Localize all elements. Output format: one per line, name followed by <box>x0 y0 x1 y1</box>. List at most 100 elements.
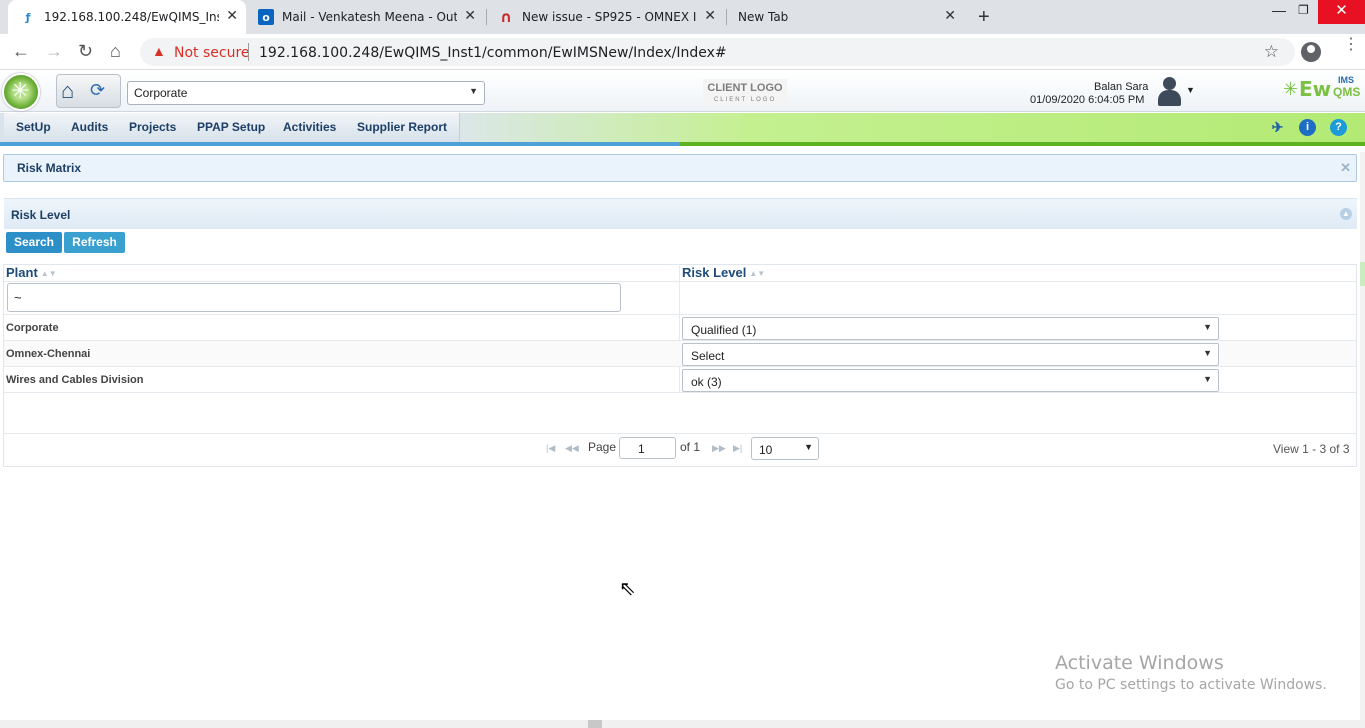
not-secure-label[interactable]: Not secure <box>174 45 250 61</box>
ewqims-brand-logo: ✳ Ew IMS QMS <box>1283 75 1363 105</box>
plant-selector[interactable]: Corporate ▼ <box>127 81 485 105</box>
main-menu: SetUp Audits Projects PPAP Setup Activit… <box>0 113 1365 146</box>
page-label: Page <box>588 440 617 454</box>
app-header: ⌂ ⟳ Corporate ▼ CLIENT LOGO CLIENT LOGO … <box>0 71 1365 112</box>
table-row-plant: Corporate <box>6 322 59 334</box>
omnibox[interactable]: ▲ Not secure 192.168.100.248/EwQIMS_Inst… <box>140 38 1295 66</box>
close-tab-icon[interactable]: ✕ <box>464 8 476 24</box>
warning-icon: ▲ <box>152 43 166 59</box>
window-close-icon[interactable]: ✕ <box>1318 0 1365 24</box>
ewqims-favicon-icon: ƒ <box>25 10 31 24</box>
close-tab-icon[interactable]: ✕ <box>944 8 956 24</box>
menu-supplier-report[interactable]: Supplier Report <box>345 113 461 142</box>
outlook-icon: o <box>258 9 274 25</box>
page-total: of 1 <box>680 440 701 454</box>
prev-page-icon[interactable]: ◀◀ <box>565 443 579 454</box>
page-size-select[interactable]: 10 ▼ <box>751 437 819 460</box>
close-tab-icon[interactable]: ✕ <box>226 8 238 24</box>
column-header-plant[interactable]: Plant ▲▼ <box>6 265 57 282</box>
omnex-logo[interactable] <box>2 73 40 111</box>
record-count: View 1 - 3 of 3 <box>1273 442 1350 456</box>
section-title: Risk Level <box>11 208 71 222</box>
table-row-plant: Wires and Cables Division <box>6 374 144 386</box>
user-name: Balan Sara <box>1094 81 1149 93</box>
avatar[interactable] <box>1155 75 1185 108</box>
menu-ppap-setup[interactable]: PPAP Setup <box>185 113 279 142</box>
tab-title: Mail - Venkatesh Meena - Outloo <box>282 10 457 24</box>
mouse-cursor-icon: ⇖ <box>619 578 636 600</box>
activate-windows-subtitle: Go to PC settings to activate Windows. <box>1055 677 1327 693</box>
activate-windows-title: Activate Windows <box>1055 652 1224 674</box>
risk-level-select[interactable]: Qualified (1) ▼ <box>682 317 1219 340</box>
refresh-button[interactable]: Refresh <box>64 232 125 253</box>
tab-title: New issue - SP925 - OMNEX ISSU <box>522 10 697 24</box>
menu-projects[interactable]: Projects <box>117 113 190 142</box>
search-button[interactable]: Search <box>6 232 62 253</box>
page-number-input[interactable]: 1 <box>619 437 676 459</box>
client-logo: CLIENT LOGO CLIENT LOGO <box>703 79 787 105</box>
select-value: Qualified (1) <box>691 323 757 337</box>
vertical-scrollbar[interactable] <box>1360 152 1365 728</box>
last-page-icon[interactable]: ▶| <box>733 443 742 454</box>
divider <box>4 366 1356 367</box>
tab-outlook[interactable]: o Mail - Venkatesh Meena - Outloo ✕ <box>246 0 484 34</box>
column-header-label: Risk Level <box>682 265 747 280</box>
brand-qms: QMS <box>1333 85 1361 99</box>
bookmark-star-icon[interactable]: ☆ <box>1264 42 1279 62</box>
sort-icon: ▲▼ <box>749 269 766 278</box>
chevron-down-icon[interactable]: ▼ <box>1186 85 1195 95</box>
tab-new-tab[interactable]: New Tab ✕ <box>726 0 964 34</box>
select-value: Select <box>691 349 725 363</box>
menu-activities[interactable]: Activities <box>271 113 350 142</box>
tab-ewqims[interactable]: ƒ 192.168.100.248/EwQIMS_Inst1/c ✕ <box>8 0 246 34</box>
url-text[interactable]: 192.168.100.248/EwQIMS_Inst1/common/EwIM… <box>259 45 727 61</box>
risk-level-section-header: Risk Level ▲ <box>4 198 1357 229</box>
home-icon[interactable]: ⌂ <box>110 41 121 62</box>
menu-setup[interactable]: SetUp <box>4 113 64 142</box>
column-header-risk-level[interactable]: Risk Level ▲▼ <box>682 265 765 282</box>
sunburst-icon: ✳ <box>1283 79 1299 99</box>
refresh-icon[interactable]: ⟳ <box>90 80 105 101</box>
close-icon[interactable]: ✕ <box>1340 160 1351 176</box>
new-tab-plus-icon[interactable]: + <box>978 6 990 29</box>
horizontal-scrollbar[interactable] <box>0 720 1365 728</box>
chevron-down-icon: ▼ <box>1203 322 1212 332</box>
page-title: Risk Matrix <box>17 161 82 175</box>
page-size-value: 10 <box>759 443 773 457</box>
profile-icon[interactable] <box>1301 42 1321 62</box>
restore-icon[interactable]: ❐ <box>1298 3 1309 17</box>
risk-level-select[interactable]: ok (3) ▼ <box>682 369 1219 392</box>
column-header-label: Plant <box>6 265 38 280</box>
help-icon[interactable]: ? <box>1330 119 1347 136</box>
menu-audits[interactable]: Audits <box>59 113 122 142</box>
risk-level-select[interactable]: Select ▼ <box>682 343 1219 366</box>
current-datetime: 01/09/2020 6:04:05 PM <box>1030 94 1145 106</box>
collapse-icon[interactable]: ▲ <box>1340 208 1352 220</box>
chevron-down-icon: ▼ <box>804 442 813 452</box>
browser-menu-icon[interactable]: ⋮ <box>1343 37 1359 53</box>
sort-icon: ▲▼ <box>40 269 57 278</box>
tab-title: New Tab <box>738 10 789 24</box>
issue-tracker-icon: ∩ <box>499 8 513 26</box>
select-value: ok (3) <box>691 375 722 389</box>
column-divider <box>679 264 680 393</box>
tab-title: 192.168.100.248/EwQIMS_Inst1/c <box>44 10 219 24</box>
back-icon[interactable]: ← <box>12 41 30 62</box>
next-page-icon[interactable]: ▶▶ <box>712 443 726 454</box>
forward-icon[interactable]: → <box>45 41 63 62</box>
plant-filter-input[interactable]: ~ <box>7 283 621 312</box>
pin-icon[interactable]: ✈ <box>1269 119 1286 136</box>
home-icon[interactable]: ⌂ <box>61 78 74 104</box>
info-icon[interactable]: i <box>1299 119 1316 136</box>
brand-ew: Ew <box>1299 77 1332 101</box>
first-page-icon[interactable]: |◀ <box>546 443 555 454</box>
close-tab-icon[interactable]: ✕ <box>704 8 716 24</box>
quick-icons: ⌂ ⟳ <box>56 74 121 108</box>
table-row-plant: Omnex-Chennai <box>6 348 91 360</box>
tab-new-issue[interactable]: ∩ New issue - SP925 - OMNEX ISSU ✕ <box>486 0 724 34</box>
browser-tab-bar: ƒ 192.168.100.248/EwQIMS_Inst1/c ✕ o Mai… <box>0 0 1365 34</box>
plant-selected-value: Corporate <box>134 86 188 100</box>
minimize-icon[interactable]: — <box>1272 2 1286 18</box>
divider <box>4 392 1356 393</box>
reload-icon[interactable]: ↻ <box>78 41 93 62</box>
